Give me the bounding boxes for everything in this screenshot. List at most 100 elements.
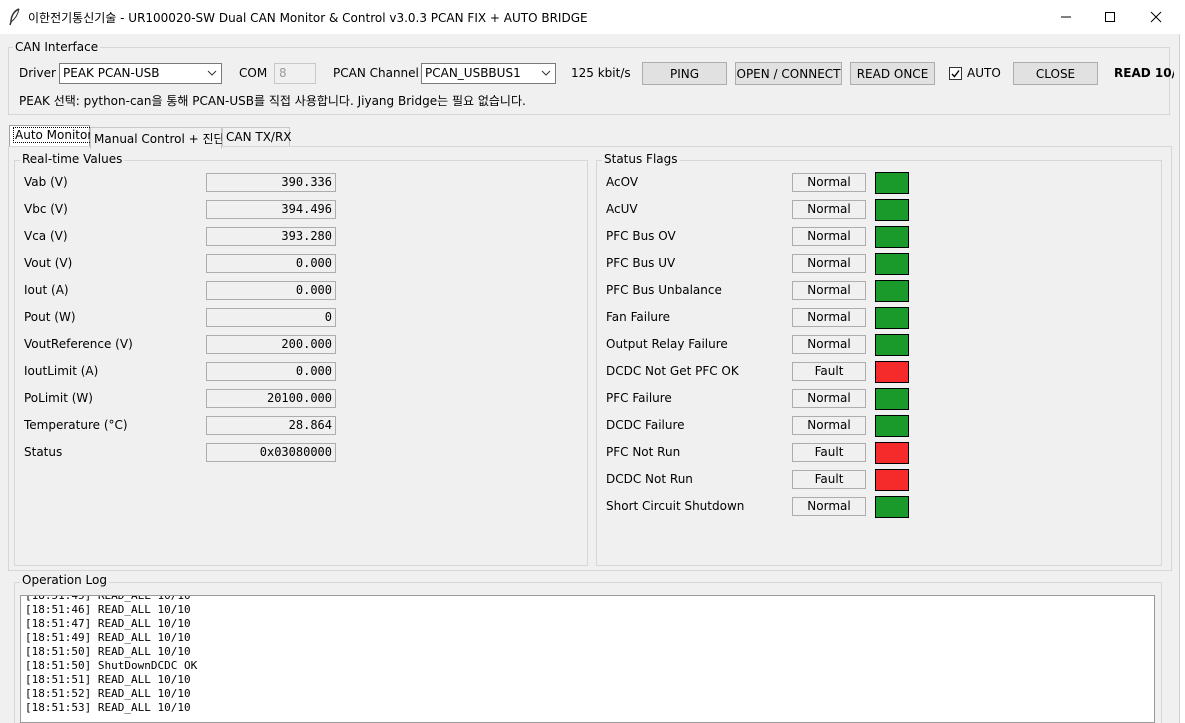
pcan-channel-select[interactable]: PCAN_USBBUS1	[421, 63, 556, 84]
status-indicator-led	[875, 307, 909, 329]
status-flag-label: PFC Not Run	[606, 445, 681, 459]
log-line: [18:51:46] READ_ALL 10/10	[25, 603, 191, 616]
status-flag-label: DCDC Not Get PFC OK	[606, 364, 739, 378]
com-port-input[interactable]: 8	[274, 63, 316, 84]
log-line: [18:51:50] READ_ALL 10/10	[25, 645, 191, 658]
realtime-row-label: IoutLimit (A)	[24, 364, 99, 378]
status-indicator-led	[875, 334, 909, 356]
chevron-down-icon	[541, 70, 551, 76]
realtime-row-label: VoutReference (V)	[24, 337, 133, 351]
status-flag-label: PFC Bus OV	[606, 229, 676, 243]
status-flag-label: PFC Bus Unbalance	[606, 283, 722, 297]
status-indicator-led	[875, 469, 909, 491]
status-indicator-led	[875, 253, 909, 275]
read-once-button[interactable]: READ ONCE	[850, 62, 935, 85]
status-flag-label: DCDC Failure	[606, 418, 685, 432]
status-flag-label: AcOV	[606, 175, 639, 189]
realtime-value-field: 28.864	[206, 416, 336, 435]
log-line: [18:51:52] READ_ALL 10/10	[25, 687, 191, 700]
tab-auto-monitor[interactable]: Auto Monitor	[9, 125, 95, 146]
bitrate-label: 125 kbit/s	[571, 66, 631, 80]
close-window-button[interactable]	[1133, 0, 1179, 34]
status-flag-state: Normal	[792, 227, 866, 246]
ping-button[interactable]: PING	[642, 62, 727, 85]
tab-auto-monitor-label: Auto Monitor	[13, 127, 95, 143]
status-flag-state: Normal	[792, 416, 866, 435]
tab-manual-control[interactable]: Manual Control + 진단	[90, 127, 225, 149]
chevron-down-icon	[207, 70, 217, 76]
status-flag-state: Normal	[792, 173, 866, 192]
open-connect-button[interactable]: OPEN / CONNECT	[735, 62, 842, 85]
status-flag-label: Output Relay Failure	[606, 337, 728, 351]
com-label: COM	[239, 66, 268, 80]
status-flag-label: DCDC Not Run	[606, 472, 693, 486]
realtime-value-field: 393.280	[206, 227, 336, 246]
status-flag-label: Short Circuit Shutdown	[606, 499, 745, 513]
status-indicator-led	[875, 388, 909, 410]
status-flag-state: Normal	[792, 200, 866, 219]
driver-select[interactable]: PEAK PCAN-USB	[59, 63, 222, 84]
maximize-button[interactable]	[1087, 0, 1133, 34]
minimize-button[interactable]	[1043, 0, 1089, 34]
status-indicator-led	[875, 361, 909, 383]
realtime-row-label: Pout (W)	[24, 310, 76, 324]
operation-log-label: Operation Log	[20, 573, 109, 587]
log-line: [18:51:47] READ_ALL 10/10	[25, 617, 191, 630]
auto-label: AUTO	[967, 66, 1001, 80]
driver-select-value: PEAK PCAN-USB	[63, 66, 160, 80]
realtime-value-field: 0.000	[206, 281, 336, 300]
status-indicator-led	[875, 172, 909, 194]
status-flag-state: Normal	[792, 389, 866, 408]
log-line: [18:51:51] READ_ALL 10/10	[25, 673, 191, 686]
driver-label: Driver	[19, 66, 56, 80]
log-line: [18:51:45] READ_ALL 10/10	[25, 595, 191, 602]
status-flag-label: PFC Bus UV	[606, 256, 676, 270]
status-flag-state: Fault	[792, 470, 866, 489]
status-flag-label: Fan Failure	[606, 310, 671, 324]
tab-can-txrx[interactable]: CAN TX/RX	[222, 127, 292, 146]
realtime-values-label: Real-time Values	[20, 152, 125, 166]
pcan-channel-label: PCAN Channel	[333, 66, 419, 80]
realtime-value-field: 20100.000	[206, 389, 336, 408]
realtime-value-field: 0x03080000	[206, 443, 336, 462]
status-flag-state: Normal	[792, 335, 866, 354]
status-flag-state: Normal	[792, 254, 866, 273]
pcan-channel-value: PCAN_USBBUS1	[425, 66, 521, 80]
checkmark-icon	[951, 70, 960, 78]
realtime-row-label: Vab (V)	[24, 175, 68, 189]
realtime-row-label: Iout (A)	[24, 283, 69, 297]
status-flag-state: Fault	[792, 443, 866, 462]
can-interface-label: CAN Interface	[13, 40, 101, 54]
auto-checkbox[interactable]	[949, 67, 962, 80]
window-title: 이한전기통신기술 - UR100020-SW Dual CAN Monitor …	[28, 11, 588, 25]
close-connection-button[interactable]: CLOSE	[1013, 62, 1098, 85]
feather-icon	[9, 8, 20, 26]
app-window: 이한전기통신기술 - UR100020-SW Dual CAN Monitor …	[0, 0, 1180, 723]
log-line: [18:51:50] ShutDownDCDC OK	[25, 659, 198, 672]
status-indicator-led	[875, 496, 909, 518]
driver-info-text: PEAK 선택: python-can을 통해 PCAN-USB를 직접 사용합…	[19, 94, 526, 108]
status-flag-state: Normal	[792, 308, 866, 327]
status-indicator-led	[875, 415, 909, 437]
maximize-icon	[1105, 12, 1115, 22]
close-icon	[1150, 11, 1162, 23]
realtime-row-label: Status	[24, 445, 63, 459]
log-line: [18:51:53] READ_ALL 10/10	[25, 701, 191, 714]
realtime-value-field: 390.336	[206, 173, 336, 192]
status-flag-state: Fault	[792, 362, 866, 381]
status-indicator-led	[875, 226, 909, 248]
realtime-value-field: 0	[206, 308, 336, 327]
realtime-row-label: PoLimit (W)	[24, 391, 93, 405]
status-flag-state: Normal	[792, 281, 866, 300]
realtime-row-label: Temperature (°C)	[24, 418, 128, 432]
status-indicator-led	[875, 442, 909, 464]
status-indicator-led	[875, 199, 909, 221]
title-bar: 이한전기통신기술 - UR100020-SW Dual CAN Monitor …	[0, 0, 1180, 34]
log-line: [18:51:49] READ_ALL 10/10	[25, 631, 191, 644]
status-flags-label: Status Flags	[602, 152, 680, 166]
realtime-row-label: Vout (V)	[24, 256, 73, 270]
realtime-value-field: 394.496	[206, 200, 336, 219]
realtime-row-label: Vca (V)	[24, 229, 68, 243]
operation-log-textbox[interactable]: [18:51:45] READ_ALL 10/10 [18:51:46] READ…	[20, 595, 1155, 723]
read-status-text: READ 10/1	[1114, 66, 1174, 80]
